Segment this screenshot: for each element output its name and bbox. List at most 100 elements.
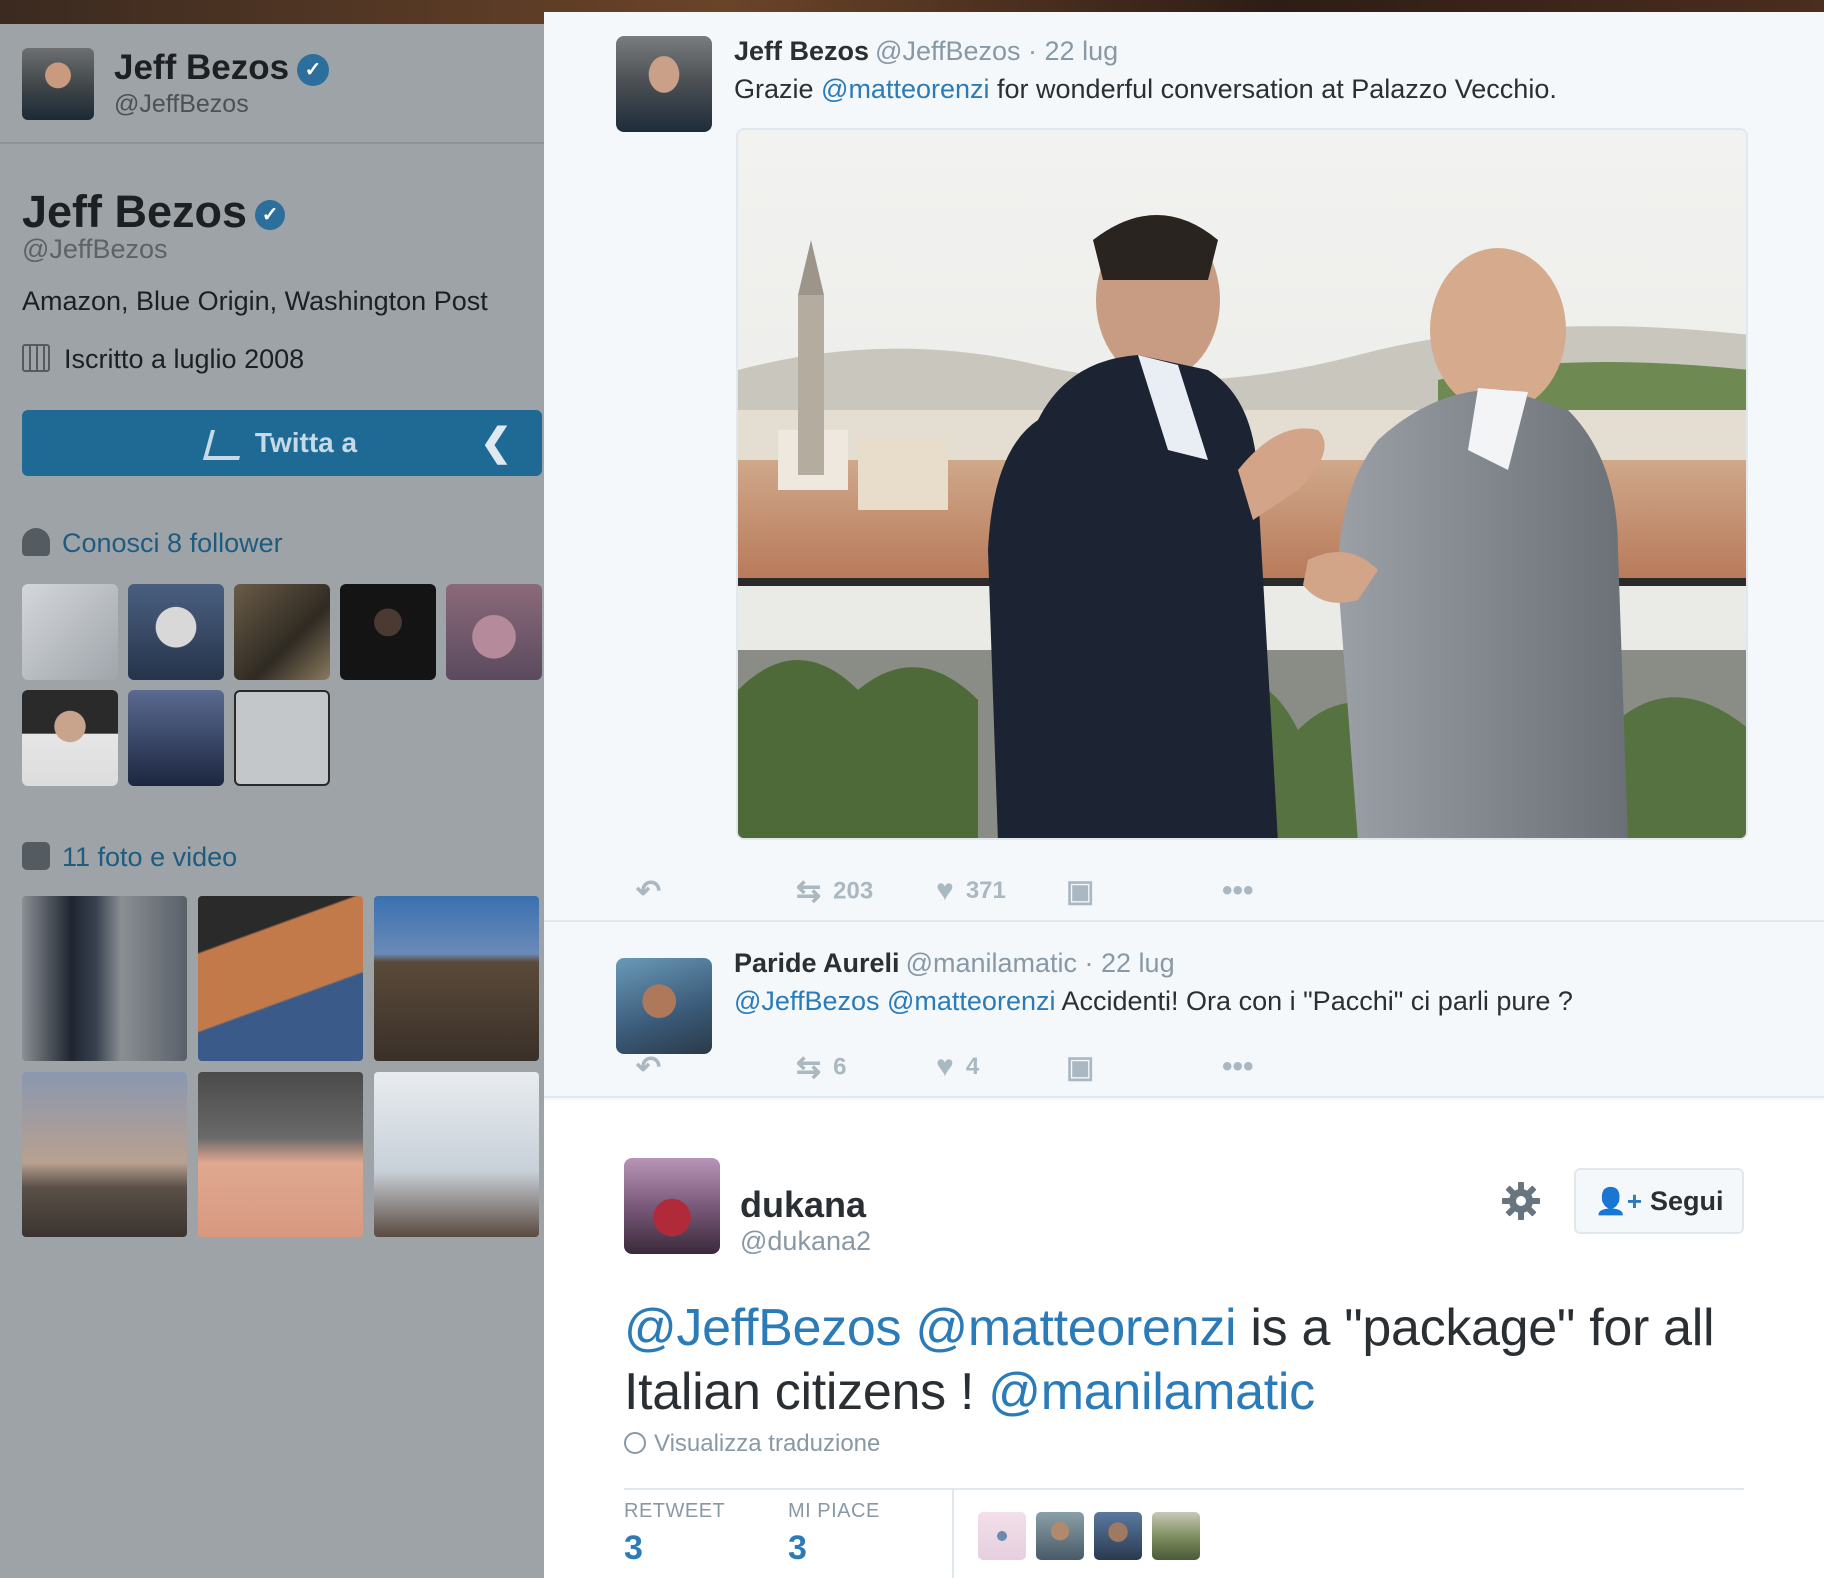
follower-avatar[interactable] bbox=[234, 584, 330, 680]
tweet-author-name[interactable]: Paride Aureli bbox=[734, 948, 900, 978]
profile-joined: Iscritto a luglio 2008 bbox=[22, 343, 305, 375]
avatar[interactable] bbox=[978, 1512, 1026, 1560]
more-icon: ••• bbox=[1222, 1050, 1254, 1083]
focused-tweet: dukana @dukana2 👤+ Segui @JeffBezos @matt… bbox=[544, 1100, 1824, 1578]
media-thumbnail[interactable] bbox=[198, 896, 363, 1061]
tweet-text: Grazie @matteorenzi for wonderful conver… bbox=[734, 74, 1557, 104]
focused-author-name[interactable]: dukana bbox=[740, 1184, 866, 1226]
focused-tweet-text: @JeffBezos @matteorenzi is a "package" f… bbox=[624, 1299, 1715, 1421]
avatar[interactable] bbox=[22, 48, 94, 120]
profile-handle[interactable]: @JeffBezos bbox=[114, 90, 249, 119]
media-thumbnail[interactable] bbox=[374, 896, 539, 1061]
retweet-count: 203 bbox=[833, 877, 874, 905]
media-thumbnail[interactable] bbox=[22, 1072, 187, 1237]
mention-link[interactable]: @JeffBezos bbox=[624, 1299, 901, 1357]
profile-name[interactable]: Jeff Bezos bbox=[114, 48, 289, 87]
heart-icon: ♥ bbox=[936, 1050, 954, 1083]
reply-icon: ↶ bbox=[636, 1051, 662, 1084]
translate-link[interactable]: Visualizza traduzione bbox=[624, 1430, 880, 1458]
retweet-stat[interactable]: RETWEET 3 bbox=[624, 1500, 725, 1568]
retweet-stat-label: RETWEET bbox=[624, 1500, 726, 1522]
follower-avatar[interactable] bbox=[22, 690, 118, 786]
tweet-date[interactable]: · 22 lug bbox=[1085, 948, 1175, 978]
heart-icon: ♥ bbox=[936, 874, 954, 907]
retweet-icon: ⇆ bbox=[796, 1051, 822, 1084]
retweet-button[interactable]: ⇆ 203 bbox=[796, 874, 873, 909]
mention-link[interactable]: @matteorenzi bbox=[915, 1299, 1236, 1357]
tweet-date[interactable]: · 22 lug bbox=[1028, 36, 1118, 66]
reply-icon: ↶ bbox=[636, 875, 662, 908]
compose-icon bbox=[202, 429, 247, 460]
analytics-icon: ▣ bbox=[1066, 1051, 1095, 1084]
like-button[interactable]: ♥ 4 bbox=[936, 1050, 979, 1084]
mention-link[interactable]: @JeffBezos bbox=[734, 986, 879, 1016]
likes-stat-label: MI PIACE bbox=[788, 1500, 880, 1522]
add-user-icon: 👤+ bbox=[1594, 1186, 1643, 1216]
divider bbox=[624, 1488, 1744, 1490]
follower-avatar[interactable] bbox=[234, 690, 330, 786]
tweet-actions: ↶ ⇆ 203 ♥ 371 ▣ ••• bbox=[636, 874, 1536, 914]
more-button[interactable]: ••• bbox=[1222, 1050, 1266, 1084]
tweet-to-label: Twitta a bbox=[254, 427, 358, 458]
follower-avatar[interactable] bbox=[446, 584, 542, 680]
tweet-author-handle[interactable]: @manilamatic bbox=[906, 948, 1077, 978]
tweet-to-button[interactable]: Twitta a ❮ bbox=[22, 410, 542, 476]
reply-button[interactable]: ↶ bbox=[636, 874, 673, 909]
photos-videos-link[interactable]: 11 foto e video bbox=[22, 841, 237, 873]
avatar[interactable] bbox=[616, 958, 712, 1054]
tweet-text: @JeffBezos @matteorenzi Accidenti! Ora c… bbox=[734, 986, 1573, 1016]
divider bbox=[952, 1490, 954, 1578]
likes-stat[interactable]: MI PIACE 3 bbox=[788, 1500, 880, 1568]
like-count: 4 bbox=[965, 1053, 980, 1080]
like-button[interactable]: ♥ 371 bbox=[936, 874, 1006, 908]
avatar[interactable] bbox=[1094, 1512, 1142, 1560]
analytics-icon: ▣ bbox=[1066, 875, 1095, 908]
analytics-button[interactable]: ▣ bbox=[1066, 1050, 1106, 1085]
more-button[interactable]: ••• bbox=[1222, 874, 1266, 908]
avatar[interactable] bbox=[624, 1158, 720, 1254]
follower-avatar[interactable] bbox=[22, 584, 118, 680]
analytics-button[interactable]: ▣ bbox=[1066, 874, 1106, 909]
avatar[interactable] bbox=[1036, 1512, 1084, 1560]
follower-avatar[interactable] bbox=[128, 690, 224, 786]
tweet-item[interactable]: Paride Aureli @manilamatic · 22 lug @Jeff… bbox=[544, 922, 1824, 1098]
tweet-photo-image bbox=[738, 130, 1746, 838]
tweet-author-handle[interactable]: @JeffBezos bbox=[875, 36, 1020, 66]
profile-big-name[interactable]: Jeff Bezos bbox=[22, 186, 247, 237]
chevron-left-icon[interactable]: ❮ bbox=[480, 410, 512, 476]
followers-you-know-link[interactable]: Conosci 8 follower bbox=[22, 527, 283, 559]
tweet-item[interactable]: Jeff Bezos @JeffBezos · 22 lug Grazie @ma… bbox=[544, 12, 1824, 922]
media-thumbnail[interactable] bbox=[198, 1072, 363, 1237]
follower-avatar[interactable] bbox=[340, 584, 436, 680]
like-count: 371 bbox=[965, 877, 1006, 904]
mention-link[interactable]: @matteorenzi bbox=[887, 986, 1055, 1016]
focused-author-handle[interactable]: @dukana2 bbox=[740, 1226, 871, 1257]
retweet-icon: ⇆ bbox=[796, 875, 822, 908]
follow-button[interactable]: 👤+ Segui bbox=[1574, 1168, 1744, 1234]
avatar[interactable] bbox=[1152, 1512, 1200, 1560]
mention-link[interactable]: @matteorenzi bbox=[821, 74, 989, 104]
verified-icon: ✓ bbox=[255, 200, 286, 231]
camera-icon bbox=[22, 841, 50, 870]
retweet-stat-value: 3 bbox=[624, 1529, 643, 1567]
joined-text: Iscritto a luglio 2008 bbox=[64, 344, 305, 374]
avatar[interactable] bbox=[616, 36, 712, 132]
calendar-icon bbox=[22, 343, 50, 372]
tweet-author-name[interactable]: Jeff Bezos bbox=[734, 36, 869, 66]
media-thumbnail[interactable] bbox=[374, 1072, 539, 1237]
gear-icon[interactable] bbox=[1500, 1180, 1542, 1222]
globe-icon bbox=[624, 1431, 646, 1454]
profile-bio: Amazon, Blue Origin, Washington Post bbox=[22, 286, 488, 316]
tweet-photo[interactable] bbox=[736, 128, 1748, 840]
tweet-detail-panel: Jeff Bezos @JeffBezos · 22 lug Grazie @ma… bbox=[544, 12, 1824, 1578]
more-icon: ••• bbox=[1222, 874, 1254, 907]
media-thumbnail[interactable] bbox=[22, 896, 187, 1061]
retweet-count: 6 bbox=[833, 1053, 847, 1081]
reply-button[interactable]: ↶ bbox=[636, 1050, 673, 1085]
tweet-actions: ↶ ⇆ 6 ♥ 4 ▣ ••• bbox=[636, 1050, 1536, 1090]
follower-avatar[interactable] bbox=[128, 584, 224, 680]
profile-big-handle[interactable]: @JeffBezos bbox=[22, 234, 167, 265]
mention-link[interactable]: @manilamatic bbox=[988, 1363, 1315, 1421]
retweet-button[interactable]: ⇆ 6 bbox=[796, 1050, 847, 1085]
follow-label: Segui bbox=[1650, 1186, 1724, 1216]
